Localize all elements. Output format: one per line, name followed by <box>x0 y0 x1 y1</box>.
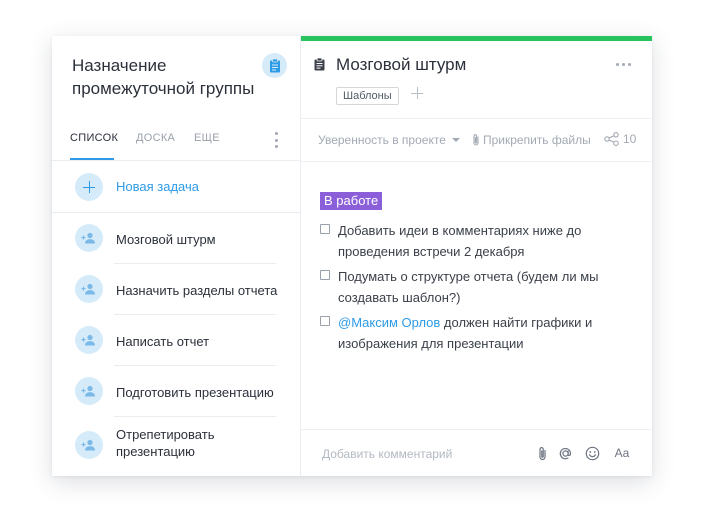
checkbox[interactable] <box>320 316 330 326</box>
add-tag-icon[interactable] <box>411 86 425 100</box>
tag-chip[interactable]: Шаблоны <box>336 87 399 105</box>
task-item[interactable]: Назначить разделы отчета <box>52 264 300 315</box>
checkbox[interactable] <box>320 224 330 234</box>
checklist-item: Добавить идеи в комментариях ниже до про… <box>320 220 630 264</box>
task-label: Назначить разделы отчета <box>116 283 278 298</box>
paperclip-icon[interactable] <box>537 445 547 461</box>
task-detail-panel: Мозговой штурм Шаблоны Уверенность в про… <box>301 36 652 476</box>
task-item[interactable]: Отрепетировать презентацию <box>52 417 300 473</box>
assign-user-icon[interactable] <box>75 326 103 354</box>
task-label: Написать отчет <box>116 334 210 349</box>
checklist-text: Добавить идеи в комментариях ниже до про… <box>338 223 582 259</box>
new-task-label: Новая задача <box>116 179 199 194</box>
checkbox[interactable] <box>320 270 330 280</box>
plus-icon <box>75 173 103 201</box>
task-label: Подготовить презентацию <box>116 385 274 400</box>
clipboard-icon[interactable] <box>262 53 287 78</box>
paperclip-icon <box>473 134 479 146</box>
attach-files-label: Прикрепить файлы <box>483 133 591 147</box>
chevron-down-icon <box>451 138 460 142</box>
kebab-menu-icon[interactable] <box>271 132 281 148</box>
share-icon <box>604 132 619 146</box>
assign-user-icon[interactable] <box>75 275 103 303</box>
checklist-text: @Максим Орлов должен найти графики и изо… <box>338 312 628 354</box>
assign-user-icon[interactable] <box>75 377 103 405</box>
view-tabs: СПИСОК ДОСКА ЕЩЕ <box>52 120 300 161</box>
task-item[interactable]: Написать отчет <box>52 315 300 366</box>
task-label: Мозговой штурм <box>116 232 216 247</box>
checklist-item: Подумать о структуре отчета (будем ли мы… <box>320 266 630 310</box>
comment-bar: Добавить комментарий Aa <box>301 429 652 476</box>
status-badge: В работе <box>320 192 383 210</box>
task-item[interactable]: Подготовить презентацию <box>52 366 300 417</box>
assign-user-icon[interactable] <box>75 224 103 252</box>
tab-list[interactable]: СПИСОК <box>70 132 118 144</box>
attach-files-button[interactable]: Прикрепить файлы <box>472 133 591 147</box>
user-mention-link[interactable]: @Максим Орлов <box>338 315 440 330</box>
active-tab-indicator <box>70 158 114 160</box>
more-options-icon[interactable] <box>616 63 631 66</box>
progress-bar <box>301 36 652 41</box>
document-icon <box>314 57 325 76</box>
task-list-panel: Назначение промежуточной группы СПИСОК Д… <box>52 36 300 476</box>
assign-user-icon[interactable] <box>75 431 103 459</box>
text-format-button[interactable]: Aa <box>613 445 631 461</box>
tab-board[interactable]: ДОСКА <box>136 132 175 144</box>
tab-more[interactable]: ЕЩЕ <box>194 132 220 144</box>
task-label: Отрепетировать презентацию <box>116 427 215 459</box>
task-toolbar: Уверенность в проекте Прикрепить файлы 1… <box>301 118 652 162</box>
task-title[interactable]: Мозговой штурм <box>336 55 466 75</box>
checklist-item: @Максим Орлов должен найти графики и изо… <box>320 312 630 356</box>
checklist-text: Подумать о структуре отчета (будем ли мы… <box>338 269 599 305</box>
emoji-icon[interactable] <box>584 445 600 461</box>
share-button[interactable]: 10 <box>604 132 636 146</box>
task-item[interactable]: Мозговой штурм <box>52 213 300 264</box>
confidence-label: Уверенность в проекте <box>318 133 446 147</box>
comment-input[interactable]: Добавить комментарий <box>322 447 452 461</box>
confidence-dropdown[interactable]: Уверенность в проекте <box>318 133 460 147</box>
share-count: 10 <box>623 132 637 146</box>
new-task-button[interactable]: Новая задача <box>52 161 300 213</box>
project-title: Назначение промежуточной группы <box>72 56 255 98</box>
mention-icon[interactable] <box>557 445 573 461</box>
project-window: Назначение промежуточной группы СПИСОК Д… <box>52 36 652 476</box>
